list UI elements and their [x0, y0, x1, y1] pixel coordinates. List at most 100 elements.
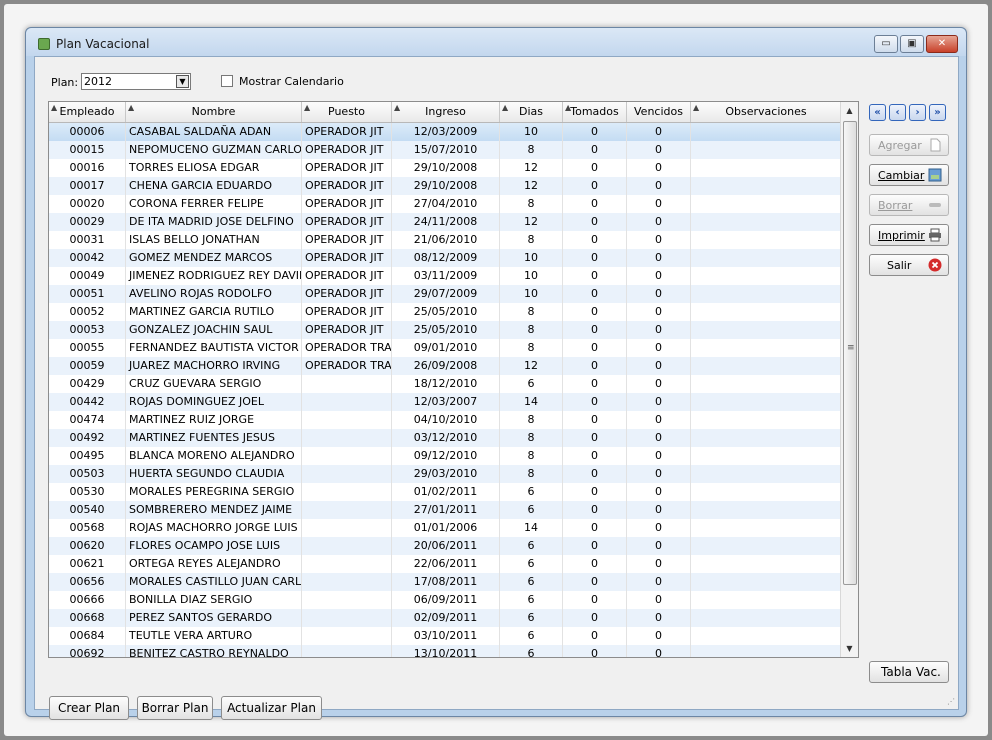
cell-tomados[interactable]: 0 — [563, 141, 627, 159]
cell-empleado[interactable]: 00503 — [49, 465, 126, 483]
cell-dias[interactable]: 8 — [500, 447, 563, 465]
cell-nombre[interactable]: PEREZ SANTOS GERARDO — [126, 609, 302, 627]
table-row[interactable]: 00474 MARTINEZ RUIZ JORGE 04/10/2010 8 0 0 — [49, 411, 842, 429]
cell-tomados[interactable]: 0 — [563, 429, 627, 447]
table-row[interactable]: 00495 BLANCA MORENO ALEJANDRO 09/12/2010 8 0… — [49, 447, 842, 465]
cell-puesto[interactable]: OPERADOR JIT — [302, 141, 392, 159]
cell-ingreso[interactable]: 25/05/2010 — [392, 321, 500, 339]
table-row[interactable]: 00429 CRUZ GUEVARA SERGIO 18/12/2010 6 0 0 — [49, 375, 842, 393]
table-row[interactable]: 00029 DE ITA MADRID JOSE DELFINO OPERADOR … — [49, 213, 842, 231]
cell-dias[interactable]: 12 — [500, 213, 563, 231]
cell-ingreso[interactable]: 29/10/2008 — [392, 159, 500, 177]
cell-empleado[interactable]: 00656 — [49, 573, 126, 591]
table-row[interactable]: 00052 MARTINEZ GARCIA RUTILO OPERADOR JIT 2… — [49, 303, 842, 321]
column-header-empleado[interactable]: ▲ Empleado — [49, 102, 126, 122]
cell-vencidos[interactable]: 0 — [627, 231, 691, 249]
imprimir-button[interactable]: Imprimir — [869, 224, 949, 246]
cell-ingreso[interactable]: 29/07/2009 — [392, 285, 500, 303]
cell-dias[interactable]: 6 — [500, 375, 563, 393]
cell-observaciones[interactable] — [691, 303, 842, 321]
table-row[interactable]: 00051 AVELINO ROJAS RODOLFO OPERADOR JIT 29… — [49, 285, 842, 303]
cell-ingreso[interactable]: 03/12/2010 — [392, 429, 500, 447]
cell-observaciones[interactable] — [691, 141, 842, 159]
cell-empleado[interactable]: 00053 — [49, 321, 126, 339]
cell-ingreso[interactable]: 08/12/2009 — [392, 249, 500, 267]
cell-observaciones[interactable] — [691, 357, 842, 375]
cell-vencidos[interactable]: 0 — [627, 375, 691, 393]
cell-tomados[interactable]: 0 — [563, 573, 627, 591]
cell-empleado[interactable]: 00692 — [49, 645, 126, 657]
cell-observaciones[interactable] — [691, 465, 842, 483]
cell-vencidos[interactable]: 0 — [627, 627, 691, 645]
cell-dias[interactable]: 14 — [500, 393, 563, 411]
table-row[interactable]: 00442 ROJAS DOMINGUEZ JOEL 12/03/2007 14 0 0 — [49, 393, 842, 411]
cell-ingreso[interactable]: 12/03/2007 — [392, 393, 500, 411]
cell-dias[interactable]: 6 — [500, 609, 563, 627]
cell-observaciones[interactable] — [691, 123, 842, 141]
table-row[interactable]: 00053 GONZALEZ JOACHIN SAUL OPERADOR JIT 25… — [49, 321, 842, 339]
cell-nombre[interactable]: HUERTA SEGUNDO CLAUDIA — [126, 465, 302, 483]
table-row[interactable]: 00042 GOMEZ MENDEZ MARCOS OPERADOR JIT 08/1… — [49, 249, 842, 267]
column-header-vencidos[interactable]: Vencidos — [627, 102, 691, 122]
cell-ingreso[interactable]: 13/10/2011 — [392, 645, 500, 657]
previous-record-button[interactable]: ‹ — [889, 104, 906, 121]
mostrar-calendario-checkbox[interactable] — [221, 75, 233, 87]
cell-observaciones[interactable] — [691, 339, 842, 357]
cell-dias[interactable]: 14 — [500, 519, 563, 537]
cell-puesto[interactable] — [302, 519, 392, 537]
column-header-dias[interactable]: ▲ Dias — [500, 102, 563, 122]
cell-empleado[interactable]: 00530 — [49, 483, 126, 501]
cell-nombre[interactable]: CORONA FERRER FELIPE — [126, 195, 302, 213]
cell-puesto[interactable]: OPERADOR TRACT — [302, 339, 392, 357]
cell-puesto[interactable] — [302, 375, 392, 393]
cell-tomados[interactable]: 0 — [563, 519, 627, 537]
cell-puesto[interactable] — [302, 609, 392, 627]
cell-dias[interactable]: 10 — [500, 123, 563, 141]
cell-puesto[interactable]: OPERADOR JIT — [302, 267, 392, 285]
cell-dias[interactable]: 8 — [500, 141, 563, 159]
cell-puesto[interactable]: OPERADOR JIT — [302, 249, 392, 267]
cell-empleado[interactable]: 00051 — [49, 285, 126, 303]
cell-empleado[interactable]: 00492 — [49, 429, 126, 447]
cell-vencidos[interactable]: 0 — [627, 339, 691, 357]
cell-tomados[interactable]: 0 — [563, 537, 627, 555]
cell-tomados[interactable]: 0 — [563, 627, 627, 645]
cell-vencidos[interactable]: 0 — [627, 519, 691, 537]
cell-nombre[interactable]: AVELINO ROJAS RODOLFO — [126, 285, 302, 303]
cell-tomados[interactable]: 0 — [563, 321, 627, 339]
table-row[interactable]: 00568 ROJAS MACHORRO JORGE LUIS 01/01/2006… — [49, 519, 842, 537]
cell-observaciones[interactable] — [691, 195, 842, 213]
cell-nombre[interactable]: CHENA GARCIA EDUARDO — [126, 177, 302, 195]
cell-nombre[interactable]: FLORES OCAMPO JOSE LUIS — [126, 537, 302, 555]
cell-puesto[interactable]: OPERADOR JIT — [302, 195, 392, 213]
cell-ingreso[interactable]: 09/12/2010 — [392, 447, 500, 465]
cell-ingreso[interactable]: 29/10/2008 — [392, 177, 500, 195]
cell-nombre[interactable]: BONILLA DIAZ SERGIO — [126, 591, 302, 609]
cell-nombre[interactable]: SOMBRERERO MENDEZ JAIME — [126, 501, 302, 519]
scrollbar-thumb[interactable]: ≡ — [843, 121, 857, 585]
cell-vencidos[interactable]: 0 — [627, 555, 691, 573]
cell-dias[interactable]: 6 — [500, 573, 563, 591]
cell-nombre[interactable]: GONZALEZ JOACHIN SAUL — [126, 321, 302, 339]
cell-ingreso[interactable]: 25/05/2010 — [392, 303, 500, 321]
cell-observaciones[interactable] — [691, 249, 842, 267]
cell-vencidos[interactable]: 0 — [627, 249, 691, 267]
cell-vencidos[interactable]: 0 — [627, 465, 691, 483]
cell-vencidos[interactable]: 0 — [627, 267, 691, 285]
cell-vencidos[interactable]: 0 — [627, 609, 691, 627]
cell-observaciones[interactable] — [691, 177, 842, 195]
minimize-button[interactable]: ▭ — [874, 35, 898, 53]
table-row[interactable]: 00059JUAREZ MACHORRO IRVINGOPERADOR TRAC… — [49, 357, 842, 375]
cell-empleado[interactable]: 00020 — [49, 195, 126, 213]
cell-dias[interactable]: 6 — [500, 483, 563, 501]
cell-nombre[interactable]: TORRES ELIOSA EDGAR — [126, 159, 302, 177]
cell-ingreso[interactable]: 12/03/2009 — [392, 123, 500, 141]
table-row[interactable]: 00020 CORONA FERRER FELIPE OPERADOR JIT 27/… — [49, 195, 842, 213]
column-header-tomados[interactable]: ▲ Tomados — [563, 102, 627, 122]
cell-tomados[interactable]: 0 — [563, 339, 627, 357]
cell-observaciones[interactable] — [691, 267, 842, 285]
cell-empleado[interactable]: 00042 — [49, 249, 126, 267]
cell-nombre[interactable]: NEPOMUCENO GUZMAN CARLOS — [126, 141, 302, 159]
table-row[interactable]: 00620 FLORES OCAMPO JOSE LUIS 20/06/2011 6 0… — [49, 537, 842, 555]
cell-empleado[interactable]: 00015 — [49, 141, 126, 159]
